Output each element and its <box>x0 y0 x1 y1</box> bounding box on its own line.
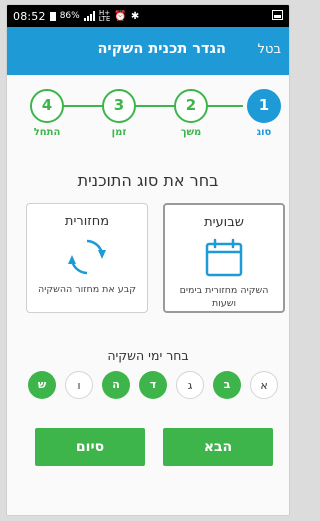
card-description: השקיה מחזורית בימים ושעות <box>179 285 269 309</box>
step-label: זמן <box>111 127 127 138</box>
alarm-icon: ⏰ <box>114 10 127 22</box>
cycle-icon <box>65 235 109 279</box>
status-time: 08:52 <box>13 9 46 23</box>
card-description: קבע את מחזור ההשקיה <box>38 284 136 295</box>
days-title: בחר ימי השקיה <box>107 348 189 363</box>
day-toggle-wednesday[interactable]: ד <box>139 371 167 399</box>
stepper-line <box>47 105 243 107</box>
day-toggle-friday[interactable]: ו <box>65 371 93 399</box>
step-label: התחל <box>33 127 61 138</box>
day-selector: א ב ג ד ה ו ש <box>28 371 278 399</box>
step-label: סוג <box>256 127 272 138</box>
bluetooth-icon: ✱ <box>130 10 140 22</box>
app-bar: הגדר תכנית השקיה בטל <box>7 27 289 75</box>
day-toggle-saturday[interactable]: ש <box>28 371 56 399</box>
step-label: משך <box>180 127 202 138</box>
weekly-program-card[interactable]: שבועית השקיה מחזורית בימים ושעות <box>163 203 285 313</box>
step-time[interactable]: 3 זמן <box>102 89 136 138</box>
page-title: הגדר תכנית השקיה <box>97 41 226 57</box>
phone-screen: 08:52 86% H+ LTE ⏰ ✱ הגדר תכנית השקיה בטל… <box>6 4 290 516</box>
next-button[interactable]: הבא <box>163 428 273 466</box>
day-toggle-sunday[interactable]: א <box>250 371 278 399</box>
network-type: H+ LTE <box>98 9 111 23</box>
day-toggle-tuesday[interactable]: ג <box>176 371 204 399</box>
section-heading: בחר את סוג התוכנית <box>77 171 219 190</box>
cyclic-program-card[interactable]: מחזורית קבע את מחזור ההשקיה <box>26 203 148 313</box>
finish-button[interactable]: סיום <box>35 428 145 466</box>
step-duration[interactable]: 2 משך <box>174 89 208 138</box>
step-start[interactable]: 4 התחל <box>30 89 64 138</box>
battery-icon <box>49 11 56 21</box>
card-title: שבועית <box>204 215 244 230</box>
status-bar: 08:52 86% H+ LTE ⏰ ✱ <box>7 5 289 27</box>
screenshot-icon <box>272 9 283 23</box>
cancel-button[interactable]: בטל <box>258 42 281 57</box>
step-number: 3 <box>102 89 136 123</box>
card-title: מחזורית <box>64 214 110 229</box>
step-number: 2 <box>174 89 208 123</box>
step-number: 4 <box>30 89 64 123</box>
step-type[interactable]: 1 סוג <box>247 89 281 138</box>
battery-percent: 86% <box>59 11 80 21</box>
wizard-stepper: 1 סוג 2 משך 3 זמן 4 התחל <box>7 89 289 149</box>
calendar-icon <box>202 236 246 280</box>
day-toggle-monday[interactable]: ב <box>213 371 241 399</box>
day-toggle-thursday[interactable]: ה <box>102 371 130 399</box>
signal-icon <box>83 11 95 21</box>
step-number: 1 <box>247 89 281 123</box>
